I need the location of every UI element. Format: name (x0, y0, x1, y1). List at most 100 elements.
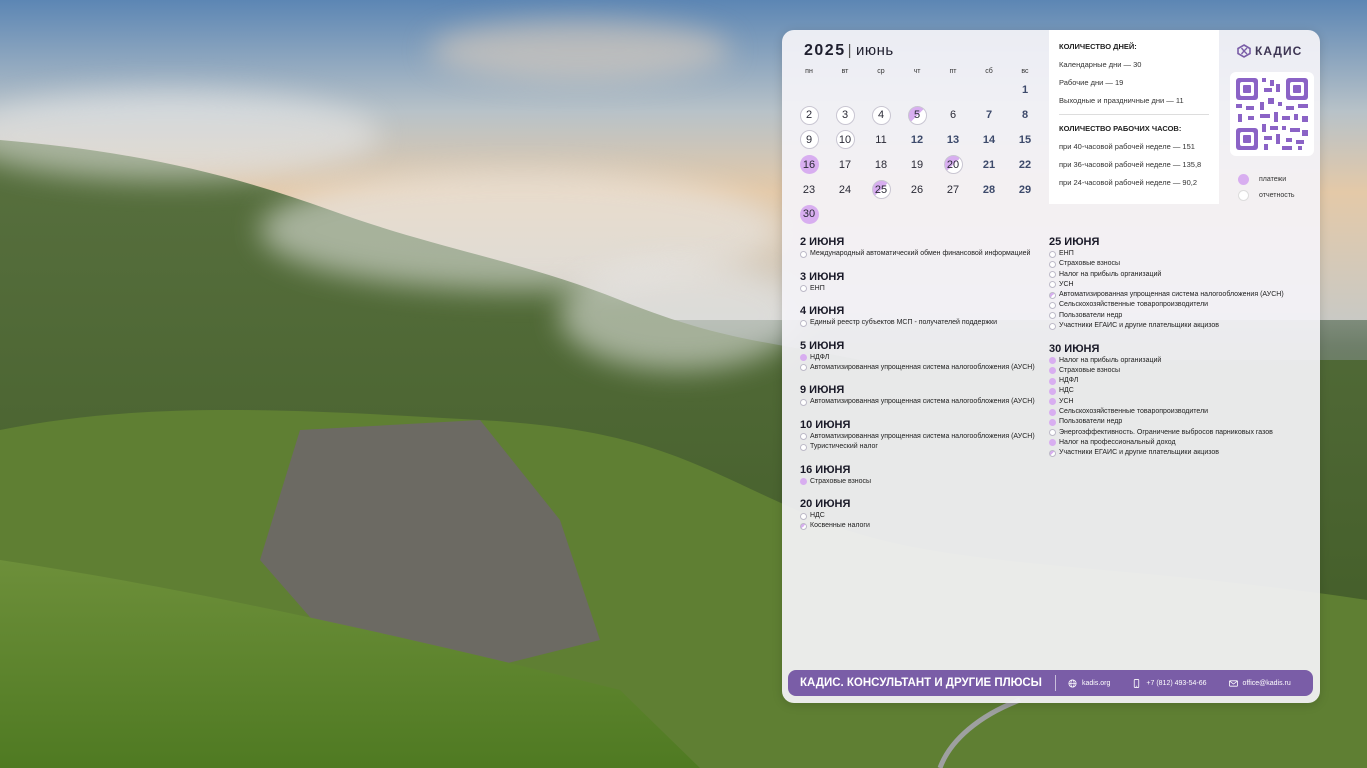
report-marker-icon (1049, 301, 1056, 309)
calendar-day[interactable]: 7 (971, 103, 1007, 128)
calendar-day[interactable]: 18 (863, 152, 899, 177)
calendar-day-empty (827, 78, 863, 103)
calendar-day[interactable]: 1 (1007, 78, 1043, 103)
calendar-day[interactable]: 17 (827, 152, 863, 177)
calendar-day[interactable]: 10 (827, 128, 863, 153)
calendar-day[interactable]: 15 (1007, 128, 1043, 153)
calendar-day[interactable]: 27 (935, 177, 971, 202)
calendar-day-number (908, 81, 927, 100)
calendar-day-number: 4 (871, 105, 891, 125)
payment-marker-icon (1049, 367, 1056, 375)
event-item-text: Сельскохозяйственные товаропроизводители (1059, 301, 1209, 309)
report-marker-icon (800, 250, 807, 258)
calendar-day-empty (899, 78, 935, 103)
calendar-day[interactable]: 2 (791, 103, 827, 128)
calendar-day-number: 6 (949, 109, 957, 122)
report-marker-icon (800, 285, 807, 292)
event-item-text: Налог на прибыль организаций (1059, 270, 1162, 278)
calendar-day[interactable]: 24 (827, 177, 863, 202)
payment-marker-icon (1049, 439, 1056, 447)
event-group: 3 ИЮНЯ ЕНП (800, 271, 1040, 294)
event-item-text: Налог на профессиональный доход (1059, 438, 1176, 446)
calendar-day-number: 21 (982, 158, 996, 171)
calendar-day-number (980, 81, 999, 100)
event-item-text: НДС (810, 512, 825, 520)
events-right-column: 25 ИЮНЯ ЕНП Страховые взносы Налог на прибы… (1049, 236, 1309, 470)
event-item-text: Пользователи недр (1059, 418, 1123, 426)
calendar-day[interactable]: 13 (935, 128, 971, 153)
event-item-text: Участники ЕГАИС и другие плательщики акц… (1059, 449, 1219, 457)
calendar-day[interactable]: 29 (1007, 177, 1043, 202)
calendar-day-empty (935, 78, 971, 103)
event-item-text: НДС (1059, 387, 1074, 395)
work-days-count: Рабочие дни — 19 (1059, 78, 1124, 87)
weekday-label: вс (1021, 68, 1029, 75)
event-date: 10 ИЮНЯ (800, 418, 851, 431)
payment-marker-icon (1049, 418, 1056, 426)
event-item-text: УСН (1059, 280, 1074, 288)
event-item-text: Страховые взносы (1059, 260, 1121, 268)
calendar-day[interactable]: 26 (899, 177, 935, 202)
calendar-day-number: 23 (802, 183, 816, 196)
calendar-day-number: 25 (871, 180, 891, 200)
footer-email-link[interactable]: office@kadis.ru (1228, 679, 1291, 688)
days-count-title: КОЛИЧЕСТВО ДНЕЙ: (1059, 42, 1137, 51)
calendar-day[interactable]: 30 (791, 202, 827, 227)
payment-marker-icon (800, 478, 807, 486)
event-item: ЕНП (1049, 250, 1309, 259)
event-item-text: УСН (1059, 397, 1074, 405)
calendar-day[interactable]: 19 (899, 152, 935, 177)
mixed-marker-icon (1049, 291, 1056, 299)
calendar-day[interactable]: 25 (863, 177, 899, 202)
calendar-day[interactable]: 8 (1007, 103, 1043, 128)
calendar-day[interactable]: 11 (863, 128, 899, 153)
calendar-day-number: 26 (910, 183, 924, 196)
event-group: 10 ИЮНЯ Автоматизированная упрощенная сис… (800, 419, 1040, 452)
calendar-day[interactable]: 22 (1007, 152, 1043, 177)
event-item-text: Косвенные налоги (810, 522, 870, 530)
event-item: Автоматизированная упрощенная система на… (1049, 291, 1309, 300)
event-item: Единый реестр субъектов МСП - получателе… (800, 319, 1040, 328)
event-date: 9 ИЮНЯ (800, 384, 845, 397)
calendar-day[interactable]: 14 (971, 128, 1007, 153)
event-item: Налог на профессиональный доход (1049, 439, 1309, 448)
title-separator: | (847, 42, 852, 59)
qr-code[interactable] (1230, 72, 1314, 156)
legend-payments-label: платежи (1259, 176, 1287, 183)
footer-bar: КАДИС. КОНСУЛЬТАНТ И ДРУГИЕ ПЛЮСЫ kadis.… (788, 670, 1313, 696)
report-marker-icon (1049, 271, 1056, 279)
event-item: Страховые взносы (1049, 260, 1309, 269)
calendar-day[interactable]: 4 (863, 103, 899, 128)
mixed-marker-icon (800, 522, 807, 530)
report-marker-icon (1049, 281, 1056, 289)
globe-icon (1068, 678, 1077, 688)
calendar-day[interactable]: 20 (935, 152, 971, 177)
calendar-day[interactable]: 16 (791, 152, 827, 177)
weekday-header: пн вт ср чт пт сб вс (791, 68, 1043, 75)
event-item-text: НДФЛ (810, 353, 830, 361)
event-group: 9 ИЮНЯ Автоматизированная упрощенная сист… (800, 384, 1040, 407)
calendar-day-empty (971, 78, 1007, 103)
calendar-day[interactable]: 21 (971, 152, 1007, 177)
logo-text: КАДИС (1255, 44, 1303, 58)
event-item-text: Автоматизированная упрощенная система на… (810, 432, 1035, 440)
calendar-day[interactable]: 5 (899, 103, 935, 128)
event-item-text: ЕНП (810, 284, 825, 292)
event-date: 5 ИЮНЯ (800, 339, 845, 352)
footer-site-link[interactable]: kadis.org (1068, 678, 1110, 688)
event-item: ЕНП (800, 285, 1040, 294)
event-item: Налог на прибыль организаций (1049, 271, 1309, 280)
calendar-day[interactable]: 23 (791, 177, 827, 202)
footer-phone-link[interactable]: +7 (812) 493-54-66 (1132, 678, 1207, 688)
calendar-day-number: 9 (799, 130, 819, 150)
calendar-day-number: 28 (982, 183, 996, 196)
calendar-day[interactable]: 28 (971, 177, 1007, 202)
calendar-day-number: 12 (910, 133, 924, 146)
stats-divider (1059, 114, 1209, 115)
calendar-day[interactable]: 6 (935, 103, 971, 128)
event-date: 4 ИЮНЯ (800, 305, 845, 317)
calendar-day[interactable]: 12 (899, 128, 935, 153)
calendar-day[interactable]: 3 (827, 103, 863, 128)
calendar-day[interactable]: 9 (791, 128, 827, 153)
calendar-day-number (800, 81, 819, 100)
